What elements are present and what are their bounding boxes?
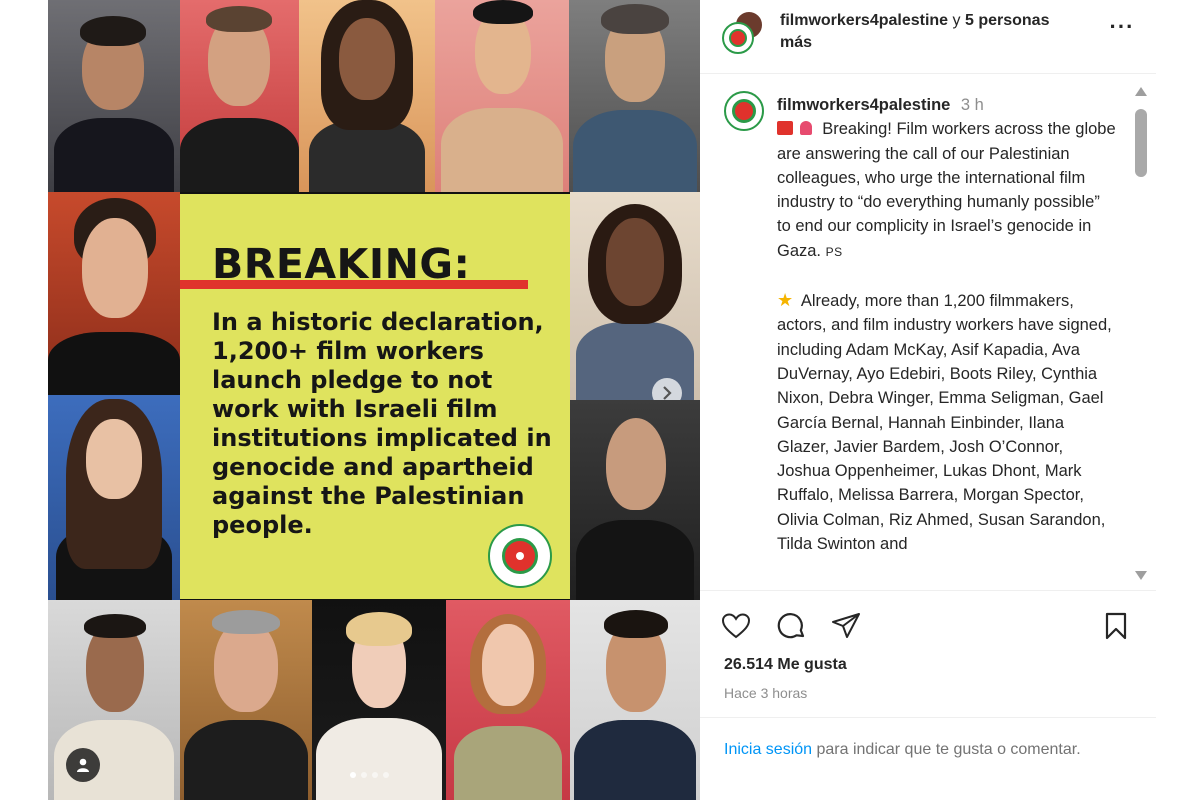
action-bar [700, 596, 1156, 656]
person-icon [77, 758, 89, 772]
caption-scroll-area[interactable]: filmworkers4palestine 3 h Breaking! Film… [700, 75, 1156, 591]
avatar[interactable] [724, 91, 764, 131]
post-authors: filmworkers4palestine y 5 personas más [780, 10, 1080, 54]
portrait-tile [312, 600, 446, 800]
card-body-text: In a historic declaration, 1,200+ film w… [212, 308, 552, 539]
likes-count[interactable]: 26.514 Me gusta [724, 656, 847, 674]
author-username-link[interactable]: filmworkers4palestine [780, 12, 948, 29]
caption-text: filmworkers4palestine 3 h Breaking! Film… [777, 93, 1117, 556]
bookmark-icon [1105, 612, 1127, 640]
avatar [722, 22, 754, 54]
post-side-panel: filmworkers4palestine y 5 personas más ·… [700, 0, 1156, 800]
portrait-tile [180, 600, 312, 800]
post-time-ago[interactable]: Hace 3 horas [724, 685, 807, 701]
portrait-tile [48, 0, 180, 192]
like-button[interactable] [720, 610, 752, 642]
caption-scrollbar[interactable] [1132, 83, 1150, 583]
portrait-tile [569, 0, 700, 192]
portrait-tile [570, 600, 700, 800]
breaking-card: BREAKING: In a historic declaration, 1,2… [180, 194, 570, 599]
chevron-right-icon [663, 386, 672, 400]
scroll-up-arrow-icon[interactable] [1135, 87, 1147, 96]
caption-paragraph: Already, more than 1,200 filmmakers, act… [777, 292, 1112, 554]
portrait-tile [48, 192, 180, 395]
login-link[interactable]: Inicia sesión [724, 741, 812, 758]
comment-button[interactable] [776, 610, 808, 642]
caption-time: 3 h [960, 96, 984, 114]
collab-avatars[interactable] [722, 10, 768, 54]
megaphone-icon [777, 121, 793, 136]
more-options-button[interactable]: ··· [1104, 16, 1140, 42]
scroll-down-arrow-icon[interactable] [1135, 571, 1147, 580]
portrait-tile [570, 192, 700, 400]
post-media[interactable]: BREAKING: In a historic declaration, 1,2… [48, 0, 700, 800]
portrait-tile [435, 0, 569, 192]
save-button[interactable] [1100, 610, 1132, 642]
portrait-tile [299, 0, 435, 192]
portrait-tile [446, 600, 570, 800]
post-header: filmworkers4palestine y 5 personas más ·… [700, 0, 1156, 74]
portrait-tile [48, 395, 180, 600]
filmworkers-seal-logo [488, 524, 552, 588]
user-tag-button[interactable] [66, 748, 100, 782]
login-prompt: Inicia sesión para indicar que te gusta … [724, 738, 1084, 762]
share-button[interactable] [830, 610, 862, 642]
divider [700, 717, 1156, 718]
caption-username-link[interactable]: filmworkers4palestine [777, 96, 950, 114]
heart-icon [721, 613, 751, 639]
carousel-dots [350, 772, 389, 778]
portrait-tile [570, 400, 700, 600]
star-icon: ★ [777, 290, 794, 311]
collab-more-link[interactable]: más [780, 34, 812, 51]
portrait-tile [180, 0, 299, 192]
comment-icon [777, 613, 805, 639]
collab-others-link[interactable]: 5 personas [965, 12, 1049, 29]
login-prompt-text: para indicar que te gusta o comentar. [816, 741, 1081, 758]
collab-connector: y [952, 12, 961, 29]
send-icon [832, 613, 860, 638]
ps-tag: PS [825, 244, 843, 259]
scroll-thumb[interactable] [1135, 109, 1147, 177]
bow-icon [799, 121, 812, 136]
card-headline: BREAKING: [212, 240, 471, 288]
caption-paragraph: Breaking! Film workers across the globe … [777, 120, 1116, 260]
